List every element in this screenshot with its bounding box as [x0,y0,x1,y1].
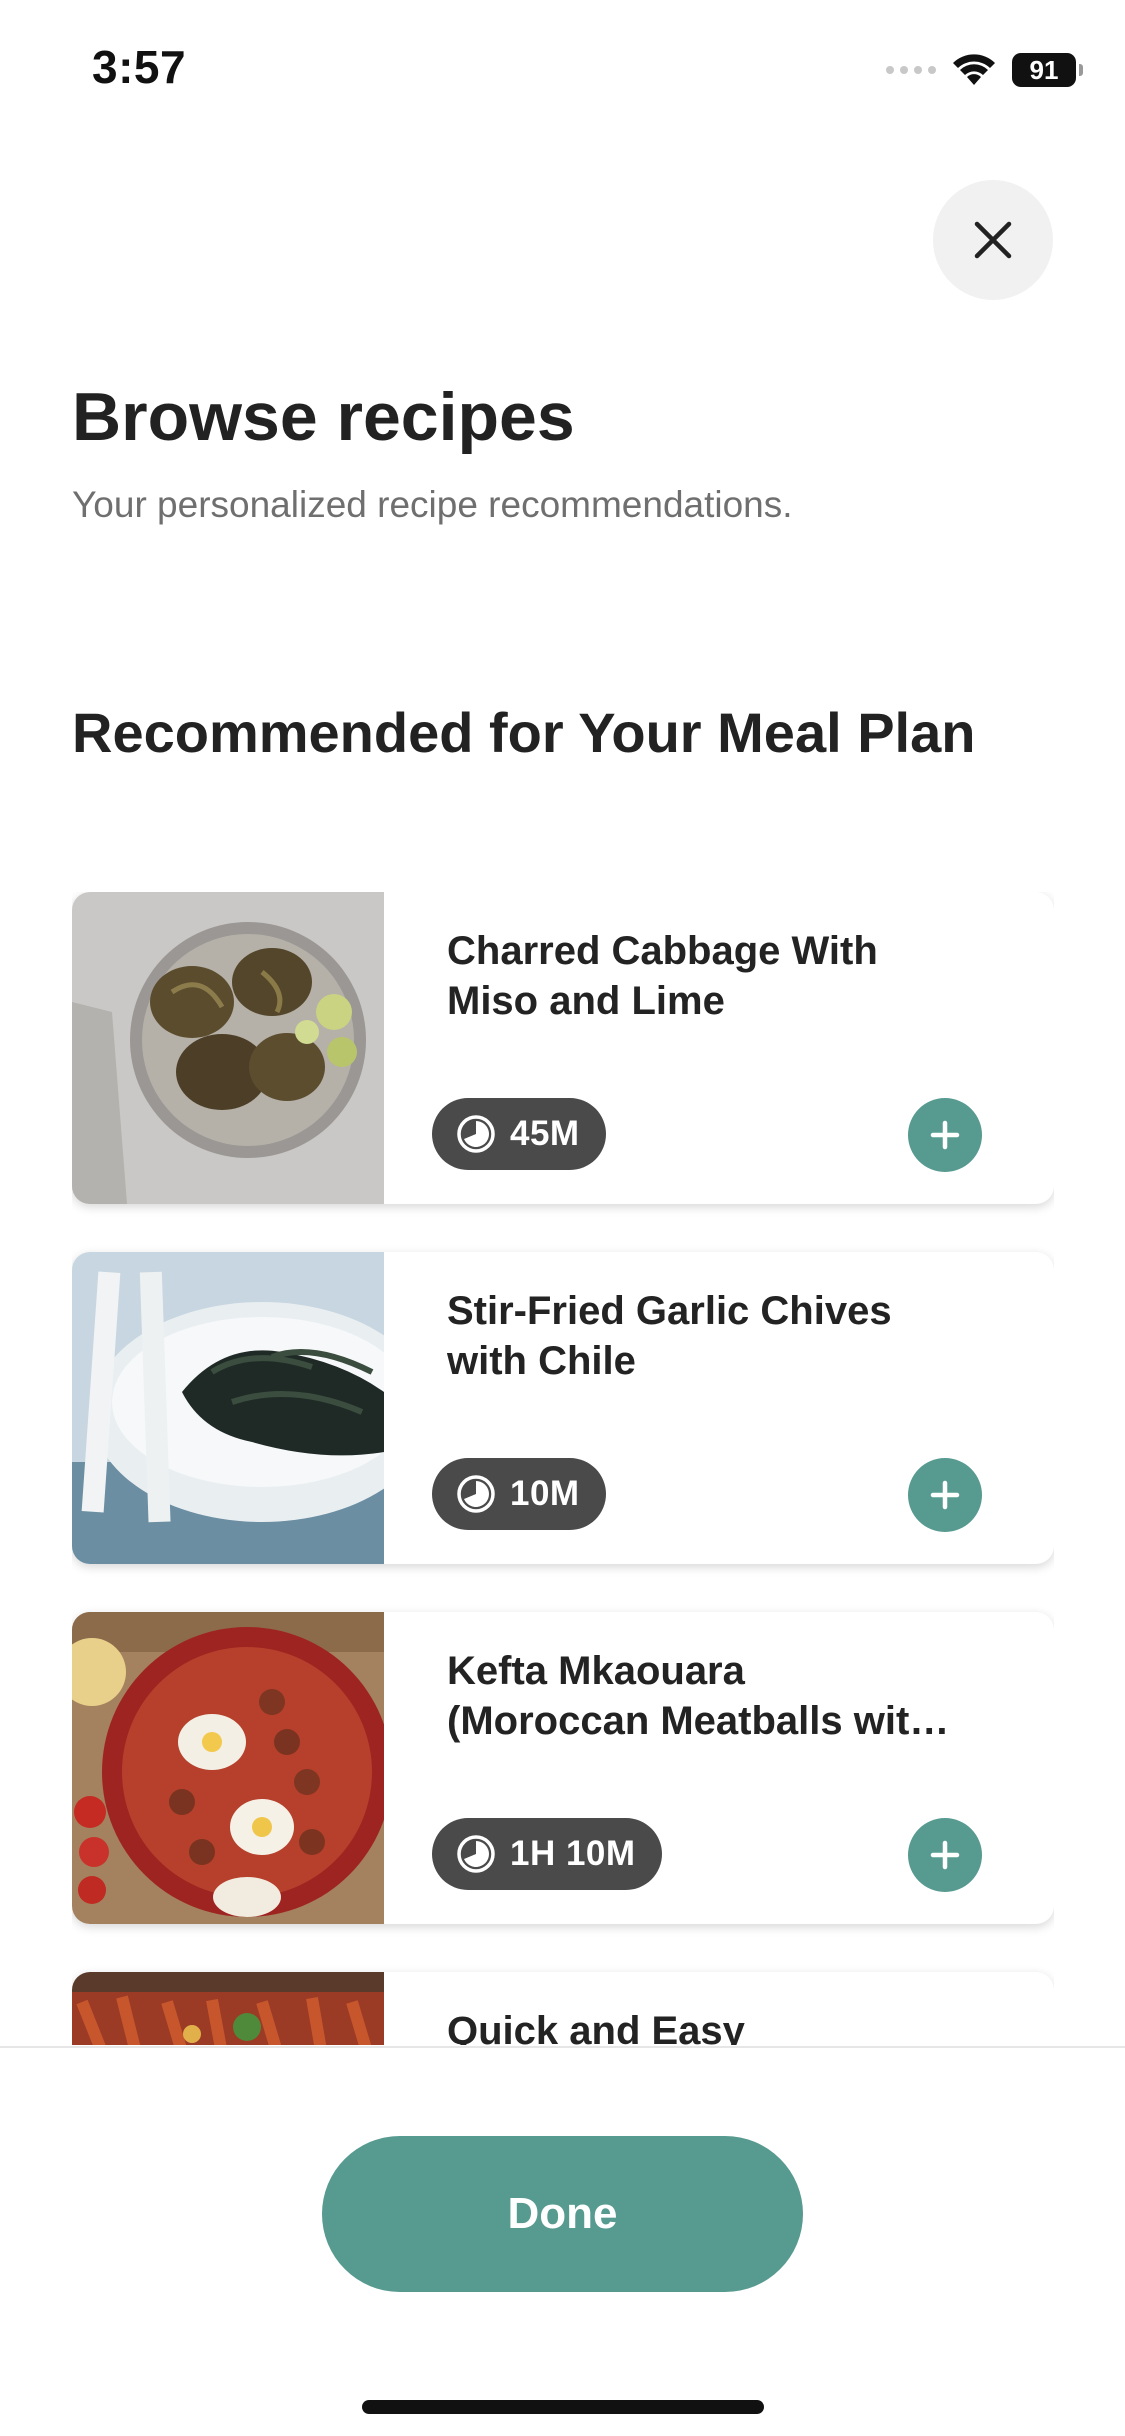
recipe-image [72,892,384,1204]
done-button[interactable]: Done [322,2136,803,2292]
close-icon [974,221,1012,259]
section-title: Recommended for Your Meal Plan [72,701,976,764]
recipe-card[interactable]: Quick and Easy [72,1972,1054,2045]
battery-icon: 91 [1012,53,1083,87]
add-recipe-button[interactable] [908,1458,982,1532]
status-time: 3:57 [92,41,187,93]
recipe-title[interactable]: Kefta Mkaouara (Moroccan Meatballs wit… [447,1646,1017,1746]
page-title: Browse recipes [72,379,575,455]
add-recipe-button[interactable] [908,1098,982,1172]
add-recipe-button[interactable] [908,1818,982,1892]
clock-icon [457,1835,495,1873]
cellular-signal-icon [886,66,936,74]
status-bar: 3:57 91 [0,0,1125,140]
recipe-title[interactable]: Quick and Easy [447,2006,1017,2045]
recipe-image [72,1972,384,2045]
recipe-card[interactable]: Kefta Mkaouara (Moroccan Meatballs wit… … [72,1612,1054,1924]
browse-recipes-screen: 3:57 91 Browse recipes Your personalized… [0,0,1125,2436]
recipe-card[interactable]: Stir-Fried Garlic Chives with Chile 10M [72,1252,1054,1564]
recipe-image [72,1612,384,1924]
bottom-bar: Done [0,2046,1125,2436]
cook-time-label: 1H 10M [510,1834,636,1873]
cook-time-badge: 10M [432,1458,606,1530]
battery-level: 91 [1012,53,1076,87]
recipe-image [72,1252,384,1564]
clock-icon [457,1115,495,1153]
cook-time-badge: 45M [432,1098,606,1170]
plus-icon [930,1480,960,1510]
page-subtitle: Your personalized recipe recommendations… [72,484,793,525]
home-indicator[interactable] [362,2400,764,2414]
status-indicators: 91 [886,48,1083,92]
recipe-list[interactable]: Charred Cabbage With Miso and Lime 45M S… [72,892,1054,2045]
cook-time-label: 45M [510,1114,580,1153]
cook-time-label: 10M [510,1474,580,1513]
wifi-icon [952,53,996,87]
recipe-title[interactable]: Stir-Fried Garlic Chives with Chile [447,1286,1017,1386]
close-button[interactable] [933,180,1053,300]
cook-time-badge: 1H 10M [432,1818,662,1890]
recipe-card[interactable]: Charred Cabbage With Miso and Lime 45M [72,892,1054,1204]
plus-icon [930,1840,960,1870]
clock-icon [457,1475,495,1513]
plus-icon [930,1120,960,1150]
recipe-title[interactable]: Charred Cabbage With Miso and Lime [447,926,1017,1026]
